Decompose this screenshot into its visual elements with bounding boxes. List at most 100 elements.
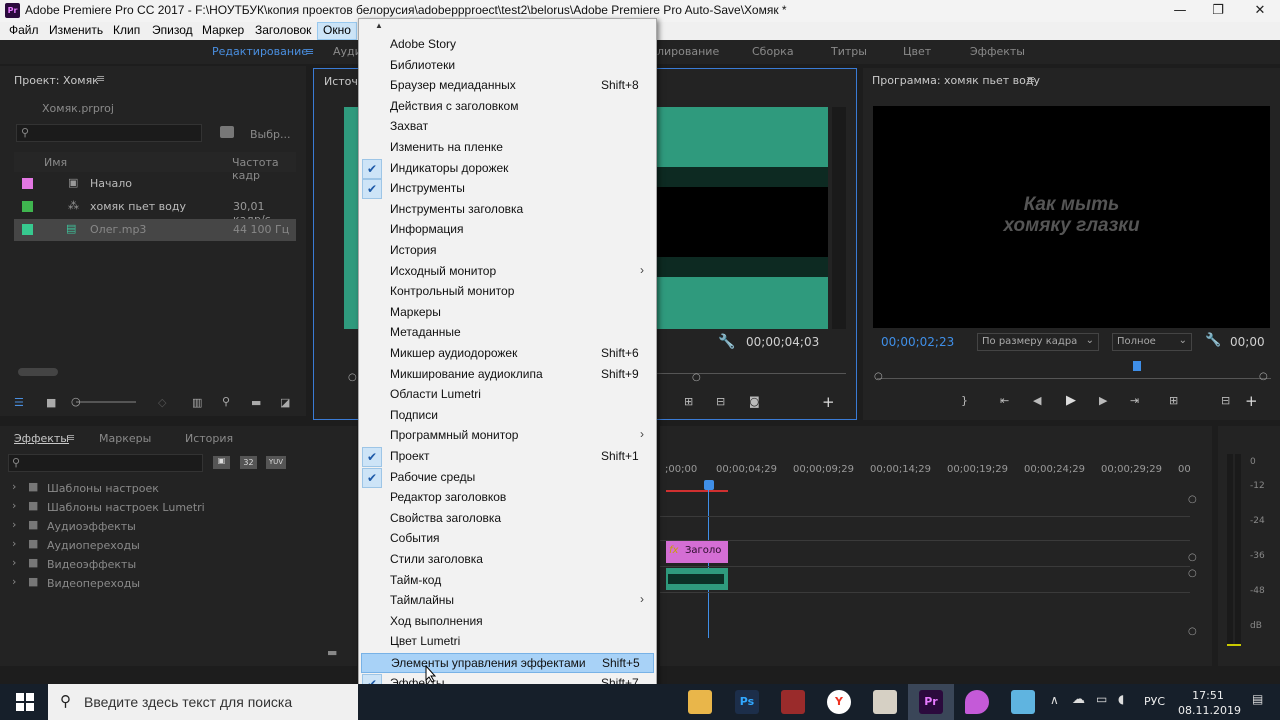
lift-icon[interactable]: ⊞ (1169, 394, 1178, 407)
project-search-input[interactable]: ⚲ (16, 124, 202, 142)
window-menu-item[interactable]: Редактор заголовков (361, 488, 654, 508)
add-button-icon[interactable]: + (1245, 392, 1258, 410)
scroll-up-arrow[interactable]: ▲ (375, 21, 383, 30)
menu-clip[interactable]: Клип (113, 23, 140, 37)
vertical-scroll-handle[interactable]: ○ (1188, 568, 1197, 579)
zoom-slider[interactable] (76, 401, 136, 403)
step-forward-icon[interactable]: ▶ (1099, 394, 1107, 407)
quality-dropdown[interactable]: Полное ⌄ (1112, 333, 1192, 351)
panel-menu-icon[interactable]: ≡ (1026, 73, 1035, 86)
audio-clip[interactable] (666, 568, 728, 590)
window-menu-item[interactable]: Микшер аудиодорожек Shift+6 (361, 344, 654, 364)
workspace-assembly[interactable]: Сборка (752, 45, 794, 58)
window-menu-item[interactable]: Тайм-код (361, 571, 654, 591)
project-panel-title[interactable]: Проект: Хомяк (14, 74, 99, 87)
new-bin-icon[interactable]: ▬ (251, 396, 261, 409)
project-item[interactable]: ▣ Начало (14, 173, 296, 195)
app-icon[interactable] (1011, 690, 1035, 714)
settings-wrench-icon[interactable]: 🔧 (718, 334, 735, 350)
work-area-bar[interactable] (666, 490, 728, 492)
sort-icon[interactable]: ◇ (158, 396, 166, 409)
vertical-scroll-handle[interactable]: ○ (1188, 552, 1197, 563)
window-menu-item[interactable]: Контрольный монитор (361, 282, 654, 302)
photoshop-icon[interactable]: Ps (735, 690, 759, 714)
effects-folder[interactable]: › ■ Аудиоэффекты (8, 518, 308, 536)
window-menu-item[interactable]: Стили заголовка (361, 550, 654, 570)
source-timecode[interactable]: 00;00;04;03 (746, 335, 819, 349)
menu-sequence[interactable]: Эпизод (152, 23, 193, 37)
settings-wrench-icon[interactable]: 🔧 (1205, 333, 1221, 348)
fit-dropdown[interactable]: По размеру кадра ⌄ (977, 333, 1099, 351)
window-menu-item[interactable]: Маркеры (361, 303, 654, 323)
export-frame-icon[interactable]: ◙ (749, 395, 760, 408)
program-out-point[interactable]: ○ (1259, 371, 1268, 382)
window-menu-item[interactable]: ✔ Рабочие среды (361, 467, 654, 488)
volume-icon[interactable]: ◖ (1118, 692, 1124, 706)
windows-start-icon[interactable] (16, 693, 36, 711)
window-menu-item[interactable]: Захват (361, 117, 654, 137)
source-playhead[interactable]: ○ (692, 372, 701, 383)
window-menu-item[interactable]: Области Lumetri (361, 385, 654, 405)
window-menu-item[interactable]: История (361, 241, 654, 261)
find-icon[interactable]: ⚲ (222, 395, 230, 408)
menu-title[interactable]: Заголовок (255, 23, 311, 37)
vertical-scroll-handle[interactable]: ○ (1188, 626, 1197, 637)
vertical-scroll-handle[interactable]: ○ (1188, 494, 1197, 505)
workspace-menu-icon[interactable]: ≡ (305, 45, 314, 58)
window-menu-item[interactable]: Ход выполнения (361, 612, 654, 632)
source-in-point[interactable]: ○ (348, 372, 357, 383)
list-view-icon[interactable]: ☰ (14, 396, 24, 409)
taskbar-search-input[interactable]: ⚲ Введите здесь текст для поиска (48, 684, 358, 720)
effects-search-input[interactable]: ⚲ (8, 454, 203, 472)
tab-history[interactable]: История (185, 432, 233, 445)
window-menu-item[interactable]: Информация (361, 220, 654, 240)
language-indicator[interactable]: РУС (1144, 695, 1165, 708)
app-icon[interactable] (873, 690, 897, 714)
window-menu-item[interactable]: События (361, 529, 654, 549)
notification-icon[interactable]: ▤ (1252, 692, 1263, 706)
window-menu-item[interactable]: Действия с заголовком (361, 97, 654, 117)
workspace-effects[interactable]: Эффекты (970, 45, 1025, 58)
effects-folder[interactable]: › ■ Видеопереходы (8, 575, 308, 593)
premiere-taskbar-icon[interactable]: Pr (919, 690, 943, 714)
workspace-editing[interactable]: Редактирование (212, 45, 308, 58)
window-menu-item[interactable]: Программный монитор › (361, 426, 654, 446)
go-to-out-icon[interactable]: ⇥ (1130, 394, 1139, 407)
app-icon[interactable] (965, 690, 989, 714)
window-menu-item[interactable]: ✔ Инструменты (361, 179, 654, 200)
battery-icon[interactable]: ▭ (1096, 692, 1107, 706)
window-menu-item[interactable]: Таймлайны › (361, 591, 654, 611)
winrar-icon[interactable] (781, 690, 805, 714)
effects-folder[interactable]: › ■ Аудиопереходы (8, 537, 308, 555)
playhead-line[interactable] (708, 488, 709, 638)
window-menu-item[interactable]: Подписи (361, 406, 654, 426)
32bit-effects-badge[interactable]: 32 (240, 456, 257, 469)
window-menu-item[interactable]: Свойства заголовка (361, 509, 654, 529)
program-time-ruler[interactable] (877, 378, 1271, 379)
effects-folder[interactable]: › ■ Видеоэффекты (8, 556, 308, 574)
yandex-browser-icon[interactable]: Y (827, 690, 851, 714)
accelerated-effects-icon[interactable]: ▣ (213, 456, 230, 469)
add-button-icon[interactable]: + (822, 393, 835, 411)
menu-window[interactable]: Окно (317, 22, 357, 40)
program-in-point[interactable]: ○ (874, 371, 883, 382)
window-menu-item[interactable]: Библиотеки (361, 56, 654, 76)
workspace-titles[interactable]: Титры (831, 45, 867, 58)
program-playhead[interactable] (1133, 361, 1141, 371)
tab-effects[interactable]: Эффекты (14, 432, 69, 445)
window-menu-item[interactable]: Цвет Lumetri (361, 632, 654, 652)
time-ruler[interactable]: ;00;00 00;00;04;29 00;00;09;29 00;00;14;… (660, 464, 1200, 478)
window-menu-item[interactable]: Исходный монитор › (361, 262, 654, 282)
program-monitor-title[interactable]: Программа: хомяк пьет воду (872, 74, 1040, 87)
icon-view-icon[interactable]: ■ (46, 396, 56, 409)
overwrite-icon[interactable]: ⊟ (716, 395, 725, 408)
workspace-color-partial[interactable]: лирование (657, 45, 719, 58)
window-menu-item[interactable]: Микширование аудиоклипа Shift+9 (361, 365, 654, 385)
panel-menu-icon[interactable]: ≡ (96, 72, 105, 85)
source-scrollbar[interactable] (832, 107, 846, 329)
new-item-icon[interactable]: ◪ (280, 396, 290, 409)
clock[interactable]: 17:51 08.11.2019 (1178, 688, 1241, 718)
scrollbar[interactable] (18, 368, 58, 376)
notepad-icon[interactable] (688, 690, 712, 714)
automate-icon[interactable]: ▥ (192, 396, 202, 409)
